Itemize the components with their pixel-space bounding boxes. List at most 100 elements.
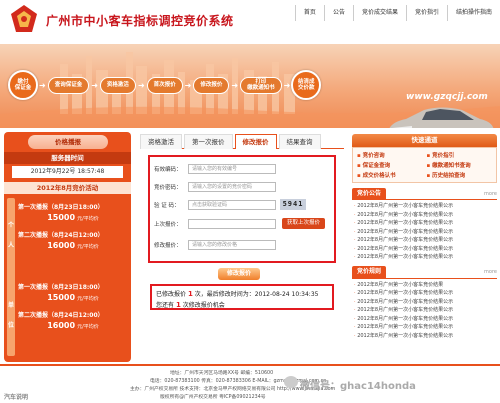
result-text: 已修改报价	[156, 291, 187, 298]
rules-more-link[interactable]: more	[484, 269, 497, 275]
price-broadcast-panel: 价格播报 服务器时间 2012年9月22号 18:57:48 2012年8月竞价…	[4, 132, 131, 362]
list-item[interactable]: 2012年8月广州第一次小客车竞价结果公示	[354, 253, 497, 262]
announcement-more-link[interactable]: more	[484, 191, 497, 197]
footer: 地址：广州市天河区马场路XX号 邮编：510600 电话：020-8738310…	[0, 364, 500, 403]
wechat-icon	[284, 376, 298, 388]
footer-copyright: 版权所有@广州产权交易所 粤ICP备09021234号	[160, 395, 266, 400]
server-time-label: 服务器时间	[4, 152, 131, 164]
round-unit: 元/平均价	[77, 244, 99, 250]
quick-link[interactable]: 缴款通知书查询	[427, 161, 493, 169]
modified-count: 1	[187, 290, 193, 298]
broadcast-round: 第一次播报（8月23日18:00） 15000 元/平均价	[18, 202, 128, 222]
list-item[interactable]: 2012年8月广州第一次小客车竞价结果公示	[354, 289, 497, 298]
list-item[interactable]: 2012年8月广州第一次小客车竞价结果公示	[354, 315, 497, 324]
server-time: 2012年9月22号 18:57:48	[12, 166, 123, 178]
list-item[interactable]: 2012年8月广州第一次小客车竞价结果公示	[354, 298, 497, 307]
tab-modify-bid[interactable]: 修改报价	[234, 134, 277, 149]
remaining-count: 1	[175, 301, 181, 309]
rules-header: 竞价规则 more	[352, 266, 497, 279]
tab-activate[interactable]: 资格激活	[140, 134, 182, 149]
bid-panel: 资格激活 第一次报价 修改报价 结果查询 有效编码： 请输入您的有效编号 竞价密…	[140, 134, 344, 362]
password-input[interactable]: 请输入您的设置的竞价密码	[188, 181, 276, 192]
list-item[interactable]: 2012年8月广州第一次小客车竞价结果公示	[354, 202, 497, 211]
arrow-icon: ➜	[283, 80, 291, 90]
header: 广州市中小客车指标调控竞价系统 首页 公告 竞价成交结果 竞价指引 结拍操作指南	[0, 0, 500, 44]
side-label-wei: 位	[8, 322, 15, 329]
round-price: 15000	[47, 213, 76, 222]
list-item[interactable]: 2012年8月广州第一次小客车竞价结果公示	[354, 245, 497, 254]
quick-link[interactable]: 保证金查询	[357, 161, 423, 169]
step-print-notice[interactable]: 打印 缴款通知书	[240, 76, 282, 94]
tab-first-bid[interactable]: 第一次报价	[184, 134, 233, 149]
captcha-image[interactable]: 5941	[280, 199, 306, 210]
step-modify-bid[interactable]: 修改报价	[193, 76, 230, 94]
list-item[interactable]: 2012年8月广州第一次小客车竞价结果	[354, 281, 497, 290]
side-label-dan: 单	[8, 302, 15, 309]
price-broadcast-tab[interactable]: 价格播报	[28, 135, 108, 149]
result-text: 次，最后修改时间为：2012-08-24 10:34:35	[194, 291, 319, 298]
modify-bid-input[interactable]: 请输入您的修改价格	[188, 239, 276, 250]
quick-link[interactable]: 竞价咨询	[357, 151, 423, 159]
watermark-left: 汽车说明	[4, 394, 29, 401]
last-bid-input[interactable]	[188, 218, 276, 229]
list-item[interactable]: 2012年8月广州第一次小客车竞价结果公示	[354, 306, 497, 315]
car-image	[389, 107, 494, 128]
arrow-icon: ➜	[39, 80, 46, 90]
list-item[interactable]: 2012年8月广州第一次小客车竞价结果公示	[354, 332, 497, 341]
list-item[interactable]: 2012年8月广州第一次小客车竞价结果公示	[354, 219, 497, 228]
round-title: 第二次播报（8月24日12:00）	[18, 312, 104, 319]
nav-home[interactable]: 首页	[294, 5, 324, 21]
step-pay-deposit[interactable]: 缴付 保证金	[8, 70, 38, 100]
quick-links: 竞价咨询 竞价指引 保证金查询 缴款通知书查询 成交价格认书 历史结拍查询	[352, 147, 497, 183]
captcha-label: 验 证 码：	[154, 202, 180, 209]
round-price: 16000	[47, 321, 76, 330]
arrow-icon: ➜	[91, 80, 98, 90]
right-sidebar: 快速通道 竞价咨询 竞价指引 保证金查询 缴款通知书查询 成交价格认书 历史结拍…	[352, 134, 497, 362]
watermark-right: 微信号：ghac14honda	[300, 381, 416, 392]
quick-link[interactable]: 历史结拍查询	[427, 171, 493, 179]
site-logo-icon	[11, 5, 37, 32]
submit-modify-button[interactable]: 修改报价	[218, 268, 260, 280]
round-unit: 元/平均价	[77, 296, 99, 302]
modify-bid-form: 有效编码： 请输入您的有效编号 竞价密码： 请输入您的设置的竞价密码 验 证 码…	[148, 155, 336, 263]
arrow-icon: ➜	[137, 80, 145, 90]
site-title: 广州市中小客车指标调控竞价系统	[46, 14, 234, 28]
quick-link[interactable]: 成交价格认书	[357, 171, 423, 179]
code-input[interactable]: 请输入您的有效编号	[188, 163, 276, 174]
step-settle-payment[interactable]: 结清成 交价款	[291, 70, 322, 100]
captcha-input[interactable]: 点击获取验证码	[188, 199, 276, 210]
footer-address: 地址：广州市天河区马场路XX号 邮编：510600	[170, 371, 274, 376]
process-flow: 缴付 保证金 ➜ 查询保证金 ➜ 资格激活 ➜ 首次报价 ➜ 修改报价 ➜ 打印…	[8, 70, 322, 100]
list-item[interactable]: 2012年8月广州第一次小客车竞价结果公示	[354, 211, 497, 220]
code-label: 有效编码：	[154, 166, 182, 173]
round-title: 第一次播报（8月23日18:00）	[18, 284, 104, 291]
arrow-icon: ➜	[184, 80, 192, 90]
nav-guide[interactable]: 竞价指引	[405, 5, 447, 21]
get-last-bid-button[interactable]: 获取上次报价	[282, 218, 326, 229]
quick-link[interactable]: 竞价指引	[427, 151, 493, 159]
nav-operation-guide[interactable]: 结拍操作指南	[446, 5, 500, 21]
list-item[interactable]: 2012年8月广州第一次小客车竞价结果公示	[354, 228, 497, 237]
password-label: 竞价密码：	[154, 184, 182, 191]
website-url: www.gzqcjj.com	[406, 92, 488, 102]
broadcast-round: 第一次播报（8月23日18:00） 15000 元/平均价	[18, 282, 128, 302]
announcement-list: 2012年8月广州第一次小客车竞价结果公示 2012年8月广州第一次小客车竞价结…	[352, 200, 497, 262]
list-item[interactable]: 2012年8月广州第一次小客车竞价结果公示	[354, 236, 497, 245]
result-text: 次修改报价机会	[182, 302, 225, 309]
nav-results[interactable]: 竞价成交结果	[352, 5, 406, 21]
rules-list: 2012年8月广州第一次小客车竞价结果 2012年8月广州第一次小客车竞价结果公…	[352, 279, 497, 341]
tab-result-query[interactable]: 结果查询	[278, 134, 321, 149]
list-item[interactable]: 2012年8月广州第一次小客车竞价结果公示	[354, 323, 497, 332]
broadcast-round: 第二次播报（8月24日12:00） 16000 元/平均价	[18, 310, 128, 330]
top-nav: 首页 公告 竞价成交结果 竞价指引 结拍操作指南	[294, 5, 500, 21]
arrow-icon: ➜	[231, 80, 239, 90]
announcement-header: 竞价公告 more	[352, 187, 497, 200]
step-first-bid[interactable]: 首次报价	[146, 76, 183, 94]
quick-links-title: 快速通道	[352, 134, 497, 147]
step-query-deposit[interactable]: 查询保证金	[47, 76, 90, 94]
announcement-title: 竞价公告	[352, 187, 387, 200]
round-title: 第二次播报（8月24日12:00）	[18, 232, 104, 239]
bid-tabs: 资格激活 第一次报价 修改报价 结果查询	[140, 134, 344, 149]
step-activate[interactable]: 资格激活	[99, 76, 136, 94]
nav-announcement[interactable]: 公告	[323, 5, 353, 21]
